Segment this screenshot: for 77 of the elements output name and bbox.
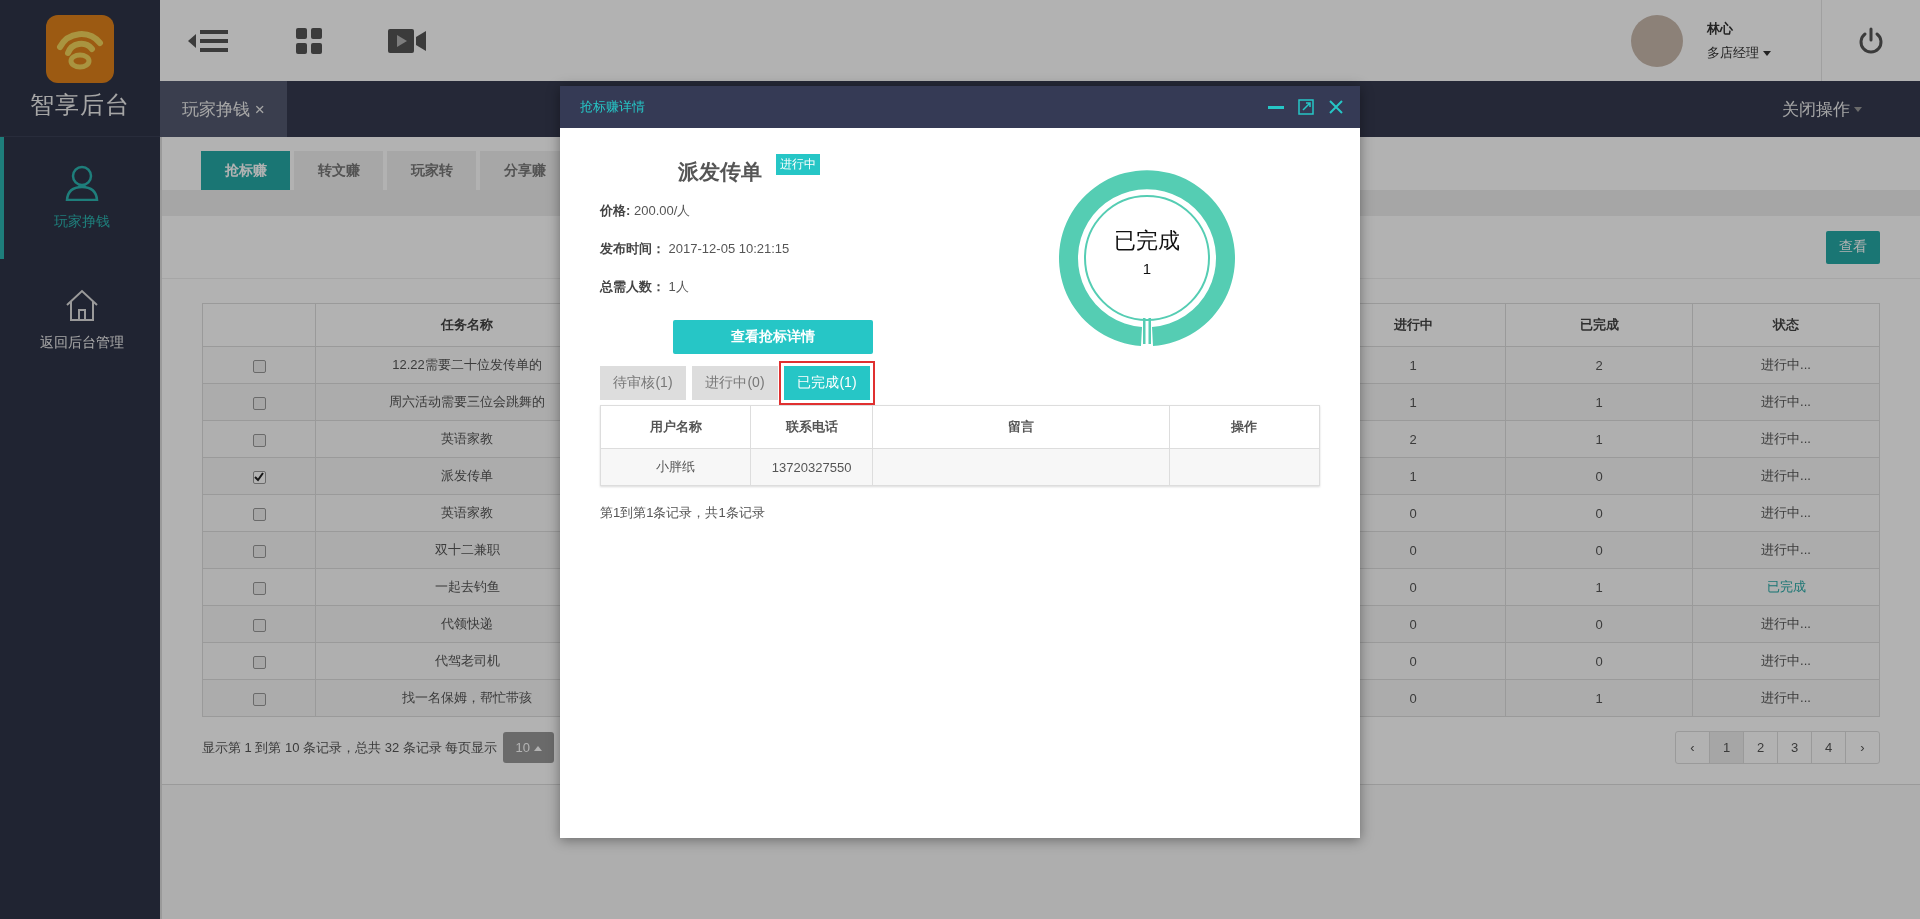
table-cell: 0	[1505, 605, 1693, 643]
view-bid-details-button[interactable]: 查看抢标详情	[673, 320, 873, 354]
page-button[interactable]: 2	[1744, 732, 1778, 763]
row-checkbox[interactable]	[252, 359, 266, 373]
page-button[interactable]: 4	[1812, 732, 1846, 763]
status-cell: 进行中...	[1692, 642, 1880, 680]
status-cell: 进行中...	[1692, 605, 1880, 643]
status-cell: 进行中...	[1692, 494, 1880, 532]
status-cell: 进行中...	[1692, 531, 1880, 569]
column-header: 已完成	[1505, 303, 1693, 347]
table-cell: 0	[1505, 494, 1693, 532]
column-header: 联系电话	[750, 405, 873, 449]
next-page-button[interactable]: ›	[1846, 732, 1879, 763]
logo-icon	[46, 15, 114, 83]
power-icon	[1858, 26, 1884, 55]
ring-label: 已完成	[1114, 227, 1180, 255]
view-button[interactable]: 查看	[1826, 230, 1880, 264]
info-line: 发布时间： 2017-12-05 10:21:15	[600, 240, 791, 258]
user-role-dropdown[interactable]: 多店经理	[1707, 43, 1771, 62]
table-cell: 0	[1505, 642, 1693, 680]
page-tab[interactable]: 玩家挣钱 ×	[160, 81, 287, 137]
page-button[interactable]: 3	[1778, 732, 1812, 763]
task-title: 派发传单	[678, 159, 762, 185]
column-header: 操作	[1169, 405, 1320, 449]
user-name: 林心	[1707, 19, 1734, 38]
row-checkbox[interactable]	[252, 470, 266, 484]
status-cell: 进行中...	[1692, 346, 1880, 384]
ring-count: 1	[1142, 260, 1152, 277]
close-operations-menu[interactable]: 关闭操作	[1782, 81, 1920, 137]
table-cell: 1	[1505, 383, 1693, 421]
sub-tab[interactable]: 玩家转	[387, 151, 476, 190]
info-line: 价格: 200.00/人	[600, 202, 692, 220]
records-summary: 显示第 1 到第 10 条记录，总共 32 条记录 每页显示	[202, 738, 498, 757]
maximize-icon[interactable]	[1298, 99, 1314, 115]
avatar[interactable]	[1631, 14, 1683, 67]
modal-tab[interactable]: 已完成(1)	[784, 366, 870, 400]
row-checkbox[interactable]	[252, 396, 266, 410]
brand-name: 智享后台	[30, 90, 130, 120]
table-cell: 13720327550	[750, 448, 873, 486]
table-cell: 1	[1505, 568, 1693, 606]
sub-tab[interactable]: 抢标赚	[201, 151, 290, 190]
sub-tab[interactable]: 转文赚	[294, 151, 383, 190]
modal-title: 抢标赚详情	[580, 98, 645, 116]
status-cell: 进行中...	[1692, 420, 1880, 458]
modal-tab[interactable]: 进行中(0)	[692, 366, 778, 400]
row-checkbox[interactable]	[252, 544, 266, 558]
status-cell: 进行中...	[1692, 383, 1880, 421]
modal-tab[interactable]: 待审核(1)	[600, 366, 686, 400]
row-checkbox[interactable]	[252, 655, 266, 669]
row-checkbox[interactable]	[252, 433, 266, 447]
column-header: 留言	[872, 405, 1170, 449]
user-icon	[65, 165, 99, 201]
close-icon[interactable]	[1328, 99, 1344, 115]
page-button[interactable]: 1	[1710, 732, 1744, 763]
row-checkbox[interactable]	[252, 507, 266, 521]
info-line: 总需人数： 1人	[600, 278, 690, 296]
status-badge: 进行中	[776, 154, 820, 175]
table-cell: 0	[1505, 457, 1693, 495]
home-icon	[64, 288, 100, 322]
table-cell: 2	[1505, 346, 1693, 384]
column-header: 用户名称	[600, 405, 751, 449]
status-cell: 已完成	[1692, 568, 1880, 606]
video-camera-icon[interactable]	[388, 27, 426, 54]
row-checkbox[interactable]	[252, 692, 266, 706]
status-cell: 进行中...	[1692, 679, 1880, 717]
table-cell: 1	[1505, 420, 1693, 458]
table-cell: 小胖纸	[600, 448, 751, 486]
column-header: 状态	[1692, 303, 1880, 347]
table-cell: 1	[1505, 679, 1693, 717]
row-checkbox[interactable]	[252, 581, 266, 595]
table-cell: 0	[1505, 531, 1693, 569]
sidebar-item[interactable]: 返回后台管理	[0, 259, 160, 381]
grid-icon[interactable]	[296, 27, 322, 54]
status-cell: 进行中...	[1692, 457, 1880, 495]
row-checkbox[interactable]	[252, 618, 266, 632]
page-size-dropdown[interactable]: 10	[503, 732, 554, 763]
collapse-menu-icon[interactable]	[188, 27, 230, 54]
